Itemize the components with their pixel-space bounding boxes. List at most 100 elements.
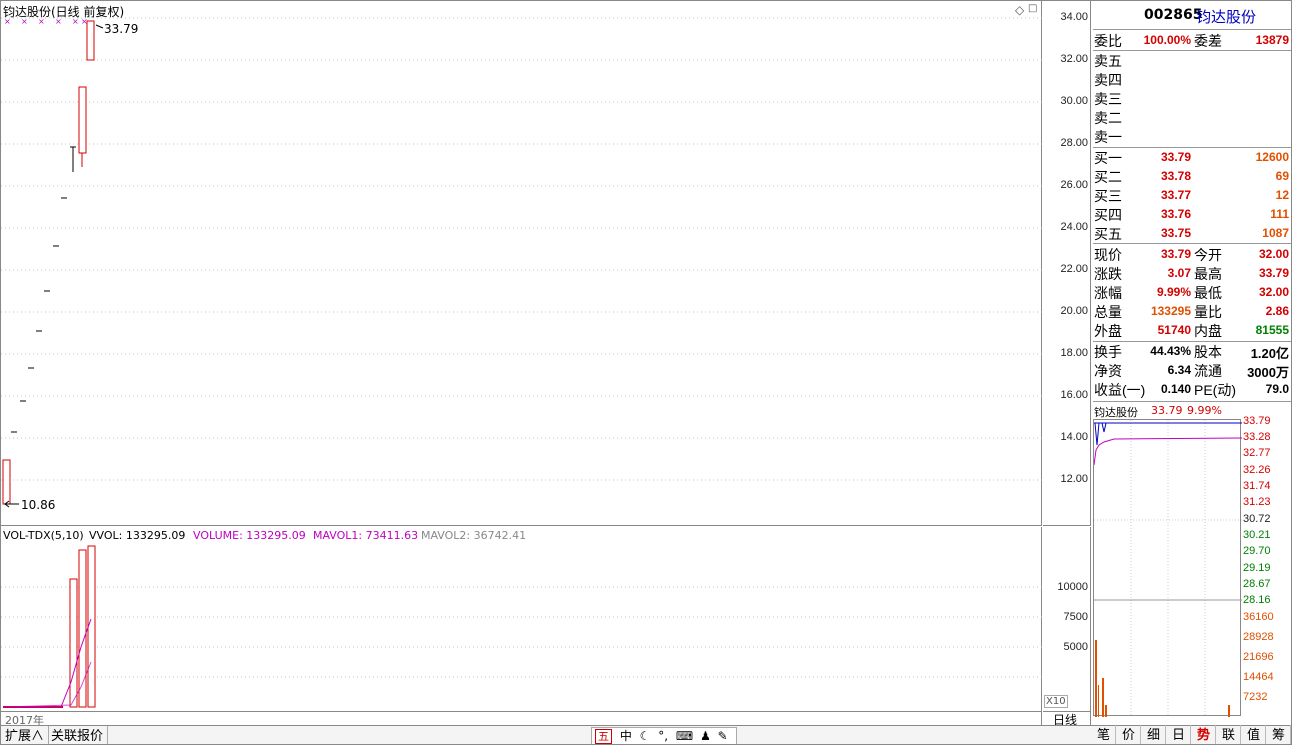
mini-vol-tick: 14464 [1243,671,1274,683]
chart-title: 钧达股份(日线 前复权) [3,5,125,19]
sell-level-2[interactable]: 卖二 [1094,108,1122,128]
tab-zhi[interactable]: 值 [1242,725,1266,744]
tab-shi[interactable]: 势 [1192,725,1216,744]
fund-value: 6.34 [1167,363,1191,377]
trading-window: × × × × × × 钧达股份(日线 前复权) 33.79 10.86 ◇ □ 34.0… [0,0,1292,745]
buy-level-3-label[interactable]: 买三 [1094,186,1122,206]
mini-axis-tick: 29.19 [1243,562,1271,574]
fund-label: 换手 [1094,344,1122,360]
time-axis: 2017年 [1,711,1042,727]
volume-value: VOLUME: 133295.09 [193,529,306,542]
tab-chou[interactable]: 筹 [1267,725,1291,744]
fund-label: PE(动) [1194,382,1236,398]
stat-label: 总量 [1094,304,1122,320]
mini-axis-tick: 33.79 [1243,415,1271,427]
volume-bar-day-11 [87,545,96,708]
five-level-icon[interactable]: 五 [595,729,612,744]
period-label-box[interactable]: 日线 [1043,711,1091,727]
buy-level-5-label[interactable]: 买五 [1094,224,1122,244]
tab-xi[interactable]: 细 [1142,725,1166,744]
weicha-label: 委差 [1194,33,1222,49]
buy-level-2-label[interactable]: 买二 [1094,167,1122,187]
mini-vol-tick: 21696 [1243,651,1274,663]
buy-level-2-price: 33.78 [1160,169,1191,183]
stat-label: 量比 [1194,304,1222,320]
vvol-value: VVOL: 133295.09 [89,529,186,542]
price-tick: 22.00 [1060,263,1088,275]
volume-tick: 5000 [1063,641,1088,653]
stat-label: 涨幅 [1094,285,1122,301]
user-icon[interactable]: ♟ [700,729,711,743]
punctuation-icon[interactable]: °, [658,729,668,743]
stat-label: 现价 [1094,247,1122,263]
expand-button[interactable]: 扩展∧ [1,726,50,744]
mini-axis-tick: 28.67 [1243,578,1271,590]
high-price-label: 33.79 [104,22,139,36]
candle-day-10 [78,86,87,167]
price-tick: 30.00 [1060,95,1088,107]
mini-intraday-chart[interactable] [1093,419,1243,717]
tab-bi[interactable]: 笔 [1092,725,1116,744]
tab-lian[interactable]: 联 [1217,725,1241,744]
weibi-value: 100.00% [1143,33,1191,47]
price-tick: 24.00 [1060,221,1088,233]
stat-value: 133295 [1150,304,1191,318]
stat-value: 3.07 [1167,266,1191,280]
mini-chart-pct: 9.99% [1187,404,1222,417]
mini-vol-tick: 36160 [1243,611,1274,623]
stat-label: 最低 [1194,285,1222,301]
stat-value: 81555 [1255,323,1289,337]
sell-level-4[interactable]: 卖四 [1094,70,1122,90]
panel-menu-icon[interactable]: □ [1028,3,1037,14]
kline-panel[interactable]: × × × × × × 钧达股份(日线 前复权) 33.79 10.86 ◇ □ [1,1,1042,526]
fund-value: 44.43% [1150,344,1191,358]
weibi-label: 委比 [1094,33,1122,49]
ime-toolbar: 五 中 ☾ °, ⌨ ♟ ✎ [591,727,737,744]
buy-level-1-label[interactable]: 买一 [1094,148,1122,168]
buy-level-3-volume: 12 [1275,188,1289,202]
buy-level-4-label[interactable]: 买四 [1094,205,1122,225]
price-tick: 14.00 [1060,431,1088,443]
related-quotes-button[interactable]: 关联报价 [47,726,109,744]
buy-level-4-volume: 111 [1270,207,1289,221]
buy-level-5-volume: 1087 [1262,226,1289,240]
keyboard-icon[interactable]: ⌨ [676,729,693,743]
stock-name[interactable]: 钧达股份 [1196,6,1256,27]
stat-value: 32.00 [1258,285,1289,299]
stat-label: 涨跌 [1094,266,1122,282]
sell-level-3[interactable]: 卖三 [1094,89,1122,109]
stat-label: 内盘 [1194,323,1222,339]
layout-toggle-icon[interactable]: ◇ [1015,3,1024,17]
fund-value: 1.20亿 [1250,346,1289,361]
mini-chart-price: 33.79 [1151,404,1183,417]
mini-axis-tick: 31.74 [1243,480,1271,492]
price-axis: 34.00 32.00 30.00 28.00 26.00 24.00 22.0… [1043,1,1091,526]
mavol1-line [3,618,92,708]
mini-axis-tick: 30.21 [1243,529,1271,541]
mini-axis-tick: 32.77 [1243,447,1271,459]
volume-canvas [1,545,1042,708]
tab-ri[interactable]: 日 [1167,725,1191,744]
zhong-button[interactable]: 中 [620,729,632,743]
moon-icon[interactable]: ☾ [640,729,651,743]
candle-day-9 [70,146,76,172]
buy-level-1-price: 33.79 [1160,150,1191,164]
low-price-label: 10.86 [21,498,56,512]
tab-jia[interactable]: 价 [1117,725,1141,744]
sell-level-5[interactable]: 卖五 [1094,51,1122,71]
mavol1-value: MAVOL1: 73411.63 [313,529,419,542]
mini-axis-tick: 28.16 [1243,594,1271,606]
buy-level-3-price: 33.77 [1160,188,1191,202]
wrench-icon[interactable]: ✎ [718,729,728,743]
sell-level-1[interactable]: 卖一 [1094,127,1122,147]
buy-level-2-volume: 69 [1275,169,1289,183]
mini-chart-canvas [1093,420,1243,717]
stat-value: 32.00 [1258,247,1289,261]
kline-canvas: × × × × × × [2,17,104,508]
buy-level-4-price: 33.76 [1160,207,1191,221]
volume-panel[interactable]: VOL-TDX(5,10) VVOL: 133295.09 VOLUME: 13… [1,527,1042,711]
mini-axis-tick: 32.26 [1243,464,1271,476]
fund-label: 收益(一) [1094,382,1146,398]
volume-indicator-name[interactable]: VOL-TDX(5,10) [3,529,84,542]
fund-label: 净资 [1094,363,1122,379]
